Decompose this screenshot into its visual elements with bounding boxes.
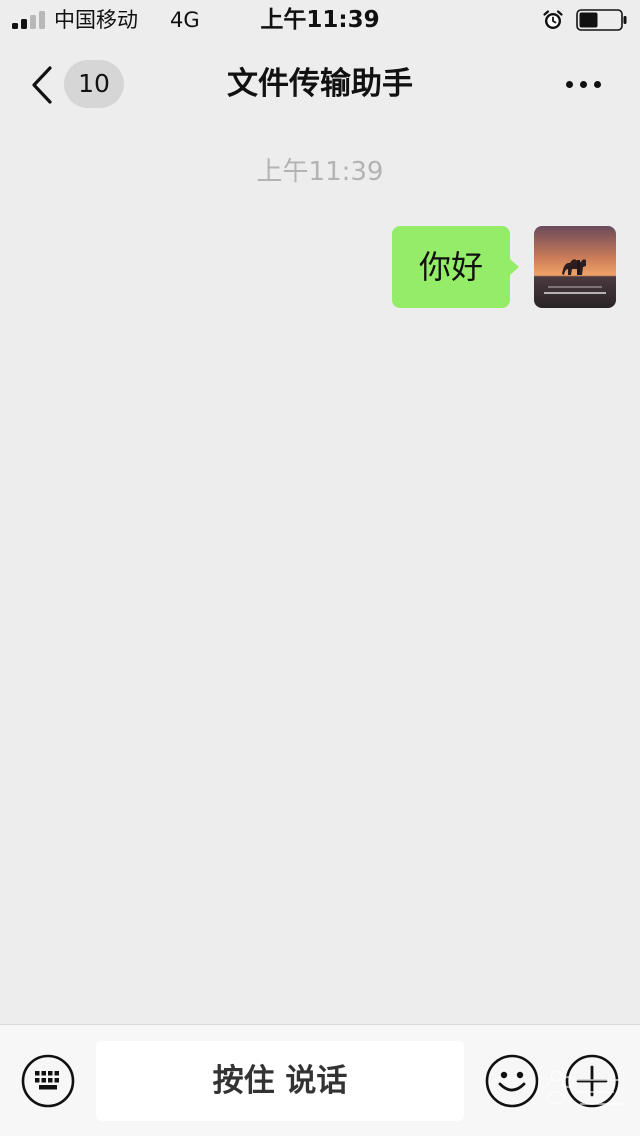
- more-button[interactable]: [556, 64, 612, 104]
- message-bubble[interactable]: 你好: [392, 226, 519, 308]
- plus-icon: [565, 1054, 619, 1108]
- hold-to-talk-button[interactable]: 按住 说话: [96, 1041, 464, 1121]
- keyboard-button[interactable]: [21, 1054, 75, 1108]
- input-bar: 按住 说话: [0, 1024, 640, 1136]
- page-title: 文件传输助手: [227, 66, 413, 102]
- avatar-image: [534, 226, 616, 308]
- emoji-button[interactable]: [485, 1054, 539, 1108]
- message-text: 你好: [418, 248, 483, 286]
- chevron-left-icon: [32, 66, 52, 104]
- unread-count-badge: 10: [64, 60, 124, 108]
- ellipsis-icon: [566, 81, 573, 88]
- battery-icon: [576, 9, 627, 31]
- emoji-icon: [485, 1054, 539, 1108]
- keyboard-icon: [21, 1054, 75, 1108]
- chat-area[interactable]: 上午11:39 你好: [0, 128, 640, 1024]
- status-bar: 中国移动 4G 上午11:39: [0, 0, 640, 40]
- avatar[interactable]: [534, 226, 616, 308]
- chat-timestamp: 上午11:39: [256, 157, 384, 187]
- back-button[interactable]: 10: [20, 58, 130, 112]
- plus-button[interactable]: [565, 1054, 619, 1108]
- alarm-icon: [543, 10, 563, 29]
- nav-bar: 10 文件传输助手: [0, 40, 640, 128]
